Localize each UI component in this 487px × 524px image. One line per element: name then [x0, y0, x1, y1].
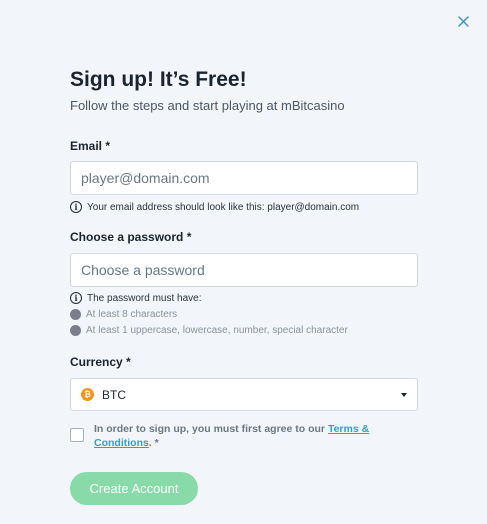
email-field[interactable]	[70, 161, 418, 195]
page-subtitle: Follow the steps and start playing at mB…	[70, 98, 345, 113]
terms-text-before: In order to sign up, you must first agre…	[94, 423, 328, 435]
email-hint: i Your email address should look like th…	[70, 201, 359, 213]
email-hint-text: Your email address should look like this…	[87, 201, 360, 213]
terms-link-part2: Conditions	[94, 437, 149, 449]
password-rule: At least 8 characters	[70, 309, 177, 320]
email-label: Email *	[70, 139, 111, 153]
password-field[interactable]	[70, 253, 418, 287]
password-rules-title: The password must have:	[87, 292, 202, 304]
password-label: Choose a password *	[70, 230, 192, 244]
password-rule: At least 1 uppercase, lowercase, number,…	[70, 325, 348, 336]
terms-checkbox[interactable]	[70, 428, 84, 442]
bitcoin-icon: ₿	[81, 388, 94, 401]
currency-select[interactable]: ₿ BTC	[70, 378, 418, 411]
terms-link-part1: Terms &	[327, 423, 370, 435]
password-hint: i The password must have:	[70, 292, 202, 304]
currency-selected-value: BTC	[102, 387, 126, 402]
currency-label: Currency *	[70, 355, 131, 369]
terms-text: In order to sign up, you must first agre…	[94, 422, 379, 450]
info-icon: i	[70, 292, 82, 304]
close-icon	[457, 15, 469, 27]
page-title: Sign up! It’s Free!	[70, 68, 247, 91]
terms-text-after: . *	[148, 437, 159, 449]
terms-agreement: In order to sign up, you must first agre…	[70, 422, 418, 450]
rule-status-icon	[70, 325, 81, 336]
info-icon: i	[70, 201, 82, 213]
close-button[interactable]	[455, 12, 471, 30]
password-rule-text: At least 1 uppercase, lowercase, number,…	[86, 325, 348, 336]
create-account-button[interactable]: Create Account	[70, 472, 198, 505]
rule-status-icon	[70, 309, 81, 320]
chevron-down-icon	[401, 392, 407, 397]
password-rule-text: At least 8 characters	[86, 309, 178, 320]
